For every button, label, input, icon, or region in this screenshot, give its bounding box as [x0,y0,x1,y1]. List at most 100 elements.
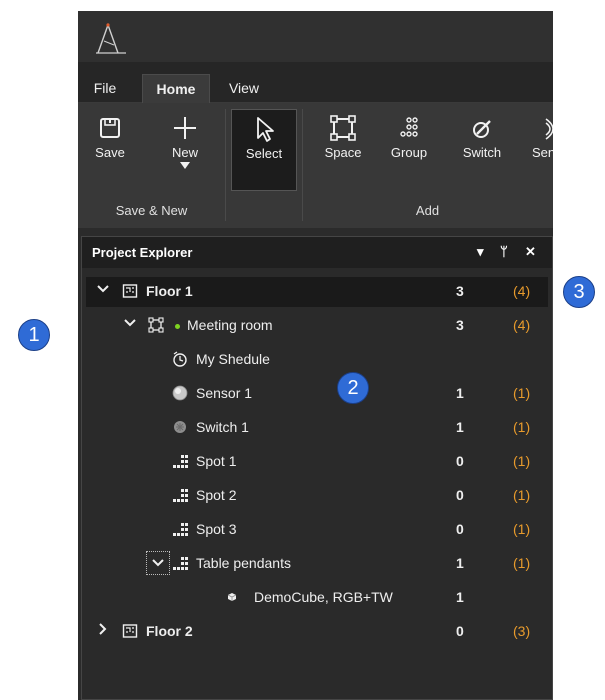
callout-badge-2: 2 [337,372,369,404]
plus-icon [174,117,196,139]
space-icon [148,317,164,333]
tree-item-label: Spot 3 [196,521,237,537]
menu-tab-view[interactable]: View [220,74,268,103]
tree-item-total: (1) [513,453,531,469]
title-bar [78,11,553,62]
tree-item-count: 1 [456,419,464,435]
device-icon [227,593,237,601]
chevron-down-icon[interactable] [146,551,170,575]
select-label: Select [245,146,283,161]
dropdown-arrow-icon [180,162,190,169]
tree-item-count: 0 [456,453,464,469]
sensor-icon [545,118,553,140]
tree-item-label: DemoCube, RGB+TW [254,589,393,605]
group-icon [173,557,188,570]
menu-tab-file[interactable]: File [84,74,126,103]
group-icon [400,117,418,137]
tree-item-total: (1) [513,521,531,537]
tree-row-spot-2[interactable]: Spot 2 0 (1) [86,481,548,511]
save-button[interactable]: Save [90,109,130,160]
save-label: Save [95,145,125,160]
tree-row-floor-2[interactable]: Floor 2 0 (3) [86,617,548,647]
group-label: Group [390,145,428,160]
sensor-label: Sen [532,145,553,160]
pin-icon[interactable]: ᛘ [500,244,508,259]
tree-row-table-pendants[interactable]: Table pendants 1 (1) [86,549,548,579]
close-icon[interactable]: ✕ [525,244,536,260]
tree-item-total: (3) [513,623,531,639]
tree-item-label: My Shedule [196,351,270,367]
new-label: New [171,145,198,160]
tree-row-democube[interactable]: DemoCube, RGB+TW 1 [86,583,548,613]
group-icon [173,523,188,536]
tree-item-label: Sensor 1 [196,385,253,401]
status-dot [175,324,180,329]
ribbon-separator [225,109,226,221]
tree-row-floor-1[interactable]: Floor 1 3 (4) [86,277,548,307]
tree-item-label: Spot 1 [196,453,237,469]
callout-badge-1: 1 [18,319,50,351]
tree-item-count: 0 [456,487,464,503]
floor-icon [122,624,138,638]
menu-tab-home[interactable]: Home [142,74,210,103]
tree-item-total: (1) [513,385,531,401]
chevron-right-icon[interactable] [96,622,110,636]
group-button[interactable]: Group [384,109,434,160]
save-icon [100,118,120,138]
switch-label: Switch [462,145,502,160]
app-logo-icon [96,22,126,54]
sensor-icon [172,385,188,401]
chevron-down-icon[interactable] [96,282,110,296]
group-icon [173,455,188,468]
callout-badge-3: 3 [563,276,595,308]
tree-item-count: 3 [456,317,464,333]
tree-item-label: Meeting room [187,317,273,333]
tree-row-spot-3[interactable]: Spot 3 0 (1) [86,515,548,545]
tree-item-total: (1) [513,419,531,435]
sensor-button[interactable]: Sen [526,109,553,160]
tree-item-total: (4) [513,283,531,299]
space-icon [330,115,356,141]
tree-row-switch-1[interactable]: Switch 1 1 (1) [86,413,548,443]
tree-item-count: 1 [456,589,464,605]
chevron-down-icon[interactable] [123,316,137,330]
tree-item-total: (4) [513,317,531,333]
cursor-icon [257,117,274,142]
switch-icon [473,120,491,138]
ribbon: Save New Select Space Group Switch Sen S… [78,103,553,228]
new-button[interactable]: New [162,109,208,170]
group-icon [173,489,188,502]
space-label: Space [324,145,362,160]
switch-icon [174,421,186,433]
tree-item-label: Spot 2 [196,487,237,503]
switch-button[interactable]: Switch [454,109,510,160]
tree-item-count: 3 [456,283,464,299]
tree-item-count: 1 [456,555,464,571]
group-label-save-new: Save & New [115,203,188,218]
tree-row-sensor-1[interactable]: Sensor 1 1 (1) [86,379,548,409]
tree-item-count: 0 [456,623,464,639]
tree-item-count: 1 [456,385,464,401]
panel-title: Project Explorer [92,245,193,260]
select-button[interactable]: Select [231,109,297,191]
tree-item-label: Floor 1 [146,283,193,299]
menu-bar: File Home View [78,62,553,103]
group-label-add: Add [415,203,440,218]
space-button[interactable]: Space [320,109,366,160]
panel-header: Project Explorer ▾ ᛘ ✕ [82,237,552,268]
tree-row-my-shedule[interactable]: My Shedule [86,345,548,375]
tree-item-total: (1) [513,555,531,571]
tree-row-spot-1[interactable]: Spot 1 0 (1) [86,447,548,477]
ribbon-gap [78,228,553,236]
app-window: File Home View Save New Select Space Gro… [78,11,553,700]
tree-item-label: Table pendants [196,555,291,571]
floor-icon [122,284,138,298]
tree-row-meeting-room[interactable]: Meeting room 3 (4) [86,311,548,341]
tree-item-count: 0 [456,521,464,537]
tree-item-total: (1) [513,487,531,503]
schedule-icon [173,351,187,367]
tree-item-label: Floor 2 [146,623,193,639]
tree-item-label: Switch 1 [196,419,249,435]
panel-dropdown-icon[interactable]: ▾ [477,244,484,260]
project-explorer-panel: Project Explorer ▾ ᛘ ✕ Floor 1 3 (4) Mee… [81,236,553,700]
